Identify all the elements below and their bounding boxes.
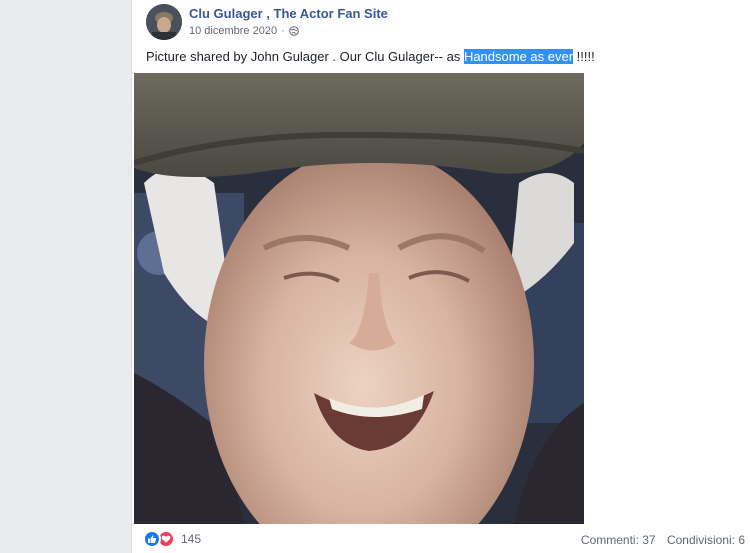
post-footer: 145 Commenti: 37 Condivisioni: 6 [132,527,750,553]
page-name-link[interactable]: Clu Gulager , The Actor Fan Site [189,6,388,21]
reaction-count: 145 [181,532,202,546]
page-avatar[interactable] [146,4,182,40]
caption-tail: !!!!! [573,49,595,64]
like-icon [143,530,161,548]
post-photo[interactable] [134,73,584,524]
meta-separator: · [281,25,285,37]
post-caption: Picture shared by John Gulager . Our Clu… [146,49,595,64]
shares-count-link[interactable]: Condivisioni: 6 [667,533,745,547]
post-date[interactable]: 10 dicembre 2020 [189,25,277,37]
post-card: Clu Gulager , The Actor Fan Site 10 dice… [131,0,750,553]
reactions-summary[interactable]: 145 [143,530,201,548]
post-stats: Commenti: 37 Condivisioni: 6 [581,533,745,547]
comments-count-link[interactable]: Commenti: 37 [581,533,656,547]
caption-text: Picture shared by John Gulager . Our Clu… [146,49,464,64]
post-meta: 10 dicembre 2020 · [189,25,299,37]
caption-highlight: Handsome as ever [463,49,574,64]
globe-icon[interactable] [288,26,299,36]
